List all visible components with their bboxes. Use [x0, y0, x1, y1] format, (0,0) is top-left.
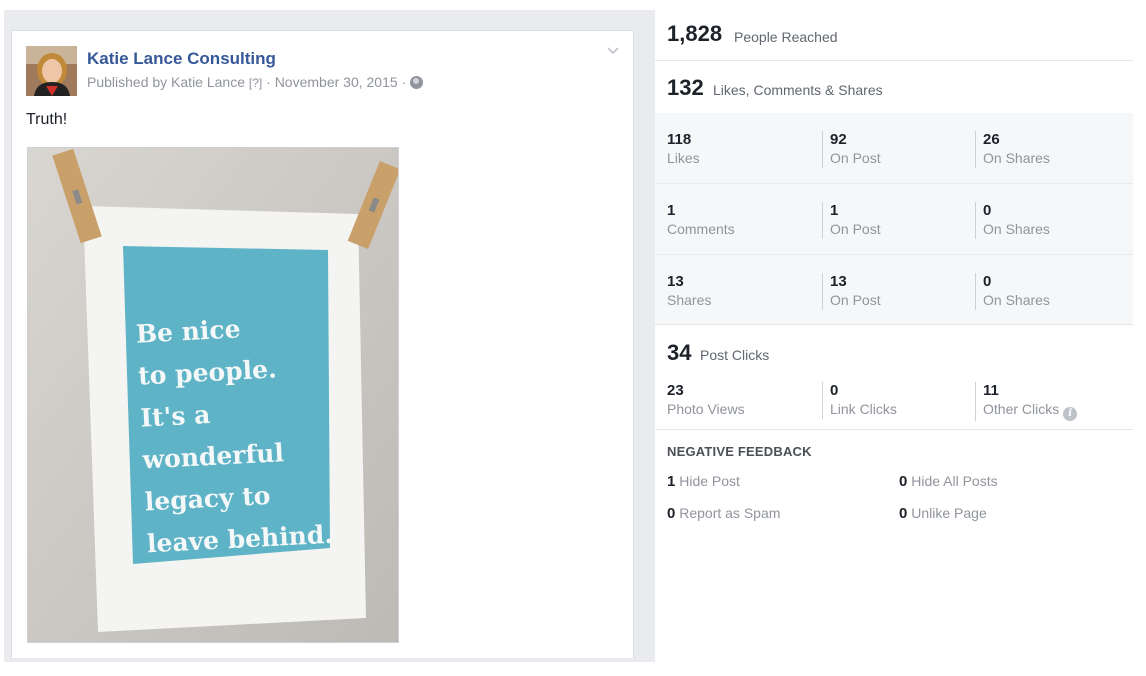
likes-on-post: 92 On Post: [822, 131, 972, 168]
metric-label: Hide Post: [679, 473, 740, 489]
metric-value: 26: [983, 131, 1000, 148]
metric-label: Shares: [667, 292, 712, 308]
metric-value: 0: [899, 505, 908, 522]
engagement-label: Likes, Comments & Shares: [713, 82, 883, 98]
info-icon[interactable]: i: [1063, 407, 1078, 421]
post-clicks-value: 34: [667, 340, 692, 365]
comments-on-post: 1 On Post: [822, 202, 972, 239]
metric-value: 1: [667, 473, 676, 490]
metric-label: Unlike Page: [911, 505, 987, 521]
post-clicks-section: 34 Post Clicks 23 Photo Views 0 Link Cli…: [655, 325, 1133, 429]
engagement-value: 132: [667, 75, 704, 100]
help-marker[interactable]: [?]: [249, 76, 262, 90]
metric-label: Likes: [667, 150, 700, 166]
metric-value: 13: [830, 273, 847, 290]
page-name-link[interactable]: Katie Lance Consulting: [87, 49, 276, 69]
metric-label: On Post: [830, 292, 881, 308]
link-clicks: 0 Link Clicks: [822, 382, 972, 419]
metric-label: On Post: [830, 150, 881, 166]
divider: [655, 183, 1133, 184]
poster-text-line: Be nice: [135, 314, 241, 348]
engagement-section: 132 Likes, Comments & Shares: [655, 61, 1133, 113]
negative-feedback-title: NEGATIVE FEEDBACK: [667, 444, 812, 459]
byline: Published by Katie Lance [?] · November …: [87, 74, 424, 90]
metric-value: 13: [667, 273, 684, 290]
metric-value: 11: [983, 382, 999, 399]
reach-label: People Reached: [734, 29, 838, 45]
shares-on-post: 13 On Post: [822, 273, 972, 310]
separator: ·: [401, 74, 407, 90]
photo-views: 23 Photo Views: [667, 382, 817, 419]
avatar[interactable]: [26, 46, 77, 96]
post-text: Truth!: [26, 111, 68, 128]
metric-value: 92: [830, 131, 847, 148]
other-clicks: 11 Other Clicks i: [975, 382, 1125, 421]
metric-label: Report as Spam: [679, 505, 781, 521]
insights-panel: 1,828 People Reached 132 Likes, Comments…: [655, 0, 1133, 662]
hide-all-posts-metric: 0 Hide All Posts: [899, 473, 998, 490]
separator: ·: [266, 74, 271, 90]
metric-value: 118: [667, 131, 692, 148]
engagement-breakdown: 118 Likes 92 On Post 26 On Shares 1 Comm…: [655, 113, 1133, 324]
metric-value: 1: [667, 202, 676, 219]
metric-value: 0: [983, 273, 992, 290]
metric-value: 0: [830, 382, 839, 399]
chevron-down-icon[interactable]: [606, 43, 620, 57]
metric-label: On Shares: [983, 292, 1050, 308]
likes-on-shares: 26 On Shares: [975, 131, 1125, 168]
comments-total: 1 Comments: [667, 202, 817, 239]
poster-text-line: It's a: [140, 400, 211, 433]
metric-label: On Shares: [983, 150, 1050, 166]
metric-label: On Shares: [983, 221, 1050, 237]
post-date[interactable]: November 30, 2015: [275, 74, 398, 90]
metric-value: 0: [899, 473, 908, 490]
hide-post-metric: 1 Hide Post: [667, 473, 740, 490]
metric-label: Comments: [667, 221, 735, 237]
globe-icon[interactable]: [410, 76, 424, 89]
divider: [655, 254, 1133, 255]
metric-value: 0: [667, 505, 676, 522]
comments-on-shares: 0 On Shares: [975, 202, 1125, 239]
metric-value: 23: [667, 382, 684, 399]
post-clicks-label: Post Clicks: [700, 347, 770, 363]
reach-section: 1,828 People Reached: [655, 0, 1133, 60]
shares-total: 13 Shares: [667, 273, 817, 310]
other-clicks-label: Other Clicks: [983, 401, 1060, 417]
metric-label: Link Clicks: [830, 401, 897, 417]
metric-label: Other Clicks i: [983, 400, 1125, 421]
post-card: Katie Lance Consulting Published by Kati…: [11, 30, 634, 658]
post-photo[interactable]: Be nice to people. It's a wonderful legacy t…: [27, 147, 399, 643]
metric-value: 1: [830, 202, 839, 219]
published-by-text: Published by Katie Lance: [87, 74, 245, 90]
metric-value: 0: [983, 202, 992, 219]
reach-value: 1,828: [667, 21, 723, 46]
metric-label: Hide All Posts: [911, 473, 998, 489]
metric-label: Photo Views: [667, 401, 745, 417]
negative-feedback-section: NEGATIVE FEEDBACK 1 Hide Post 0 Hide All…: [655, 430, 1133, 662]
report-spam-metric: 0 Report as Spam: [667, 505, 780, 522]
likes-total: 118 Likes: [667, 131, 817, 168]
unlike-page-metric: 0 Unlike Page: [899, 505, 987, 522]
metric-label: On Post: [830, 221, 881, 237]
shares-on-shares: 0 On Shares: [975, 273, 1125, 310]
